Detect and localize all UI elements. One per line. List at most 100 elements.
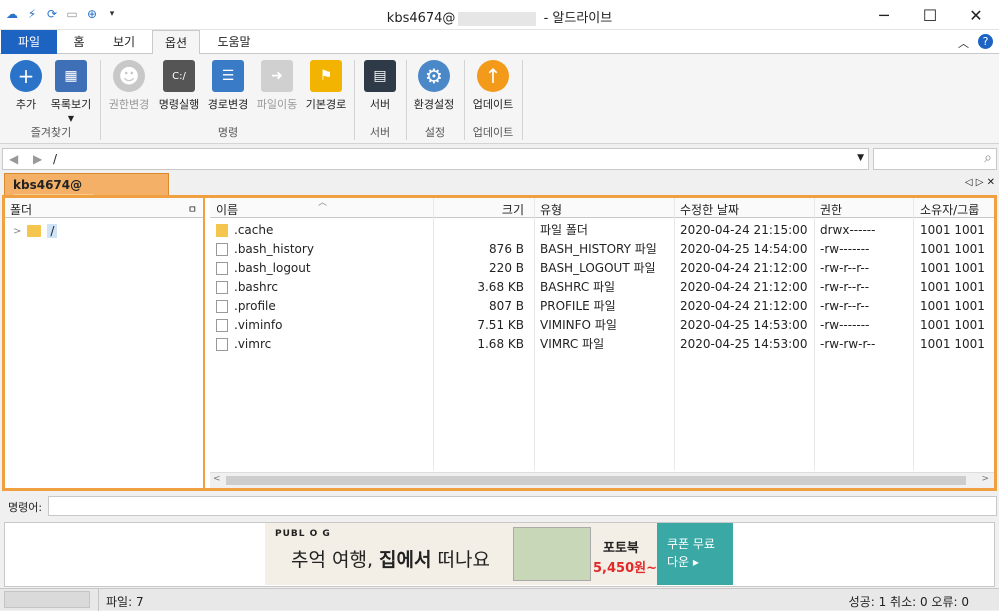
search-icon[interactable]: ⌕ — [984, 150, 992, 166]
status-transfer-result: 성공: 1 취소: 0 오류: 0 — [848, 595, 969, 609]
sort-ascending-icon: ︿ — [318, 198, 328, 208]
file-row[interactable]: .bashrc 3.68 KB BASHRC 파일 2020-04-24 21:12:… — [210, 278, 994, 297]
collapse-ribbon-icon[interactable]: ︿ — [958, 35, 969, 51]
command-input[interactable] — [48, 496, 997, 516]
file-name[interactable]: .bash_history — [234, 240, 314, 259]
coupon-download-button[interactable]: 쿠폰 무료 다운 ▸ — [657, 523, 733, 585]
file-row[interactable]: .bash_history 876 B BASH_HISTORY 파일 2020-04… — [210, 240, 994, 259]
user-icon: ☻ — [113, 60, 145, 92]
tab-home[interactable]: 홈 — [62, 30, 96, 54]
calendar-list-icon: ▦ — [55, 60, 87, 92]
tab-scroll-left-icon[interactable]: ◁ — [965, 177, 973, 188]
ad-brand: PUBL O G — [275, 529, 331, 539]
ad-headline: 추억 여행, 집에서 떠나요 — [291, 549, 490, 571]
group-label-settings: 설정 — [424, 126, 446, 139]
file-modified: 2020-04-25 14:54:00 — [680, 242, 808, 256]
redacted-host — [458, 11, 537, 26]
file-owner: 1001 1001 — [920, 242, 985, 256]
tab-close-icon[interactable]: ✕ — [987, 177, 995, 188]
file-row[interactable]: .bash_logout 220 B BASH_LOGOUT 파일 2020-04-2… — [210, 259, 994, 278]
tab-options[interactable]: 옵션 — [152, 30, 200, 55]
file-owner: 1001 1001 — [920, 280, 985, 294]
file-permission: -rw------- — [820, 318, 870, 332]
file-name[interactable]: .vimrc — [234, 335, 271, 354]
file-permission: -rw-r--r-- — [820, 299, 870, 313]
tab-help[interactable]: 도움말 — [208, 30, 260, 54]
file-name[interactable]: .viminfo — [234, 316, 282, 335]
scroll-left-icon[interactable]: < — [213, 474, 221, 484]
address-bar[interactable]: ◀ ▶ / ▼ — [2, 148, 869, 170]
column-permission[interactable]: 권한 — [820, 201, 842, 218]
file-row[interactable]: .cache 파일 폴더 2020-04-24 21:15:00 drwx------… — [210, 221, 994, 240]
scroll-right-icon[interactable]: > — [981, 474, 989, 484]
file-size: 876 B — [489, 242, 524, 256]
column-size[interactable]: 크기 — [432, 201, 524, 218]
column-type[interactable]: 유형 — [540, 201, 562, 218]
help-icon[interactable]: ? — [978, 34, 993, 49]
file-size: 7.51 KB — [477, 318, 524, 332]
file-name[interactable]: .bashrc — [234, 278, 278, 297]
update-arrow-icon: ↑ — [477, 60, 509, 92]
list-view-button[interactable]: ▦ 목록보기 ▼ — [48, 58, 94, 123]
run-command-button[interactable]: C:/ 명령실행 — [155, 58, 203, 112]
address-path[interactable]: / — [53, 152, 57, 166]
pin-icon[interactable]: ㅁ — [188, 201, 197, 216]
server-button[interactable]: ▤ 서버 — [360, 58, 400, 112]
tab-file[interactable]: 파일 — [1, 30, 57, 54]
terminal-icon: C:/ — [163, 60, 195, 92]
window-title-user: kbs4674@ — [386, 11, 456, 26]
minimize-button[interactable]: ─ — [861, 0, 907, 30]
folder-tree-root[interactable]: > / — [13, 224, 58, 238]
default-path-button[interactable]: ⚑ 기본경로 — [302, 58, 350, 112]
folder-icon — [27, 225, 42, 237]
ribbon-separator — [464, 60, 465, 140]
file-name[interactable]: .profile — [234, 297, 276, 316]
ad-banner-area: PUBL O G 추억 여행, 집에서 떠나요 포토북 5,450원~ 쿠폰 무… — [4, 522, 995, 587]
close-button[interactable]: ✕ — [953, 0, 999, 30]
column-owner[interactable]: 소유자/그룹 — [920, 201, 979, 218]
file-owner: 1001 1001 — [920, 318, 985, 332]
add-button[interactable]: + 추가 — [6, 58, 46, 112]
scrollbar-thumb[interactable] — [226, 476, 966, 485]
file-permission: -rw-rw-r-- — [820, 337, 876, 351]
file-type: BASH_HISTORY 파일 — [540, 242, 657, 256]
photobook-image — [513, 527, 591, 581]
tab-view[interactable]: 보기 — [104, 30, 144, 54]
file-permission: -rw------- — [820, 242, 870, 256]
preferences-button[interactable]: ⚙ 환경설정 — [410, 58, 458, 112]
address-dropdown-icon[interactable]: ▼ — [857, 153, 864, 163]
maximize-button[interactable]: ☐ — [907, 0, 953, 30]
file-size: 1.68 KB — [477, 337, 524, 351]
file-icon — [216, 338, 228, 351]
search-input[interactable]: ⌕ — [873, 148, 997, 170]
tab-scroll-right-icon[interactable]: ▷ — [976, 177, 984, 188]
file-row[interactable]: .vimrc 1.68 KB VIMRC 파일 2020-04-25 14:53:00… — [210, 335, 994, 354]
folder-icon — [216, 224, 228, 237]
forward-icon[interactable]: ▶ — [33, 152, 42, 166]
window-title-app: - 알드라이브 — [539, 11, 613, 26]
file-modified: 2020-04-25 14:53:00 — [680, 318, 808, 332]
back-icon[interactable]: ◀ — [9, 152, 18, 166]
ad-banner[interactable]: PUBL O G 추억 여행, 집에서 떠나요 포토북 5,450원~ 쿠폰 무… — [265, 523, 733, 585]
change-permission-button[interactable]: ☻ 권한변경 — [104, 58, 154, 112]
status-progress — [4, 591, 90, 608]
folder-tree-root-label[interactable]: / — [47, 224, 58, 238]
column-name[interactable]: 이름 — [216, 201, 238, 218]
status-file-count: 파일: 7 — [106, 595, 144, 609]
expand-icon[interactable]: > — [13, 226, 21, 237]
file-row[interactable]: .profile 807 B PROFILE 파일 2020-04-24 21:12:… — [210, 297, 994, 316]
file-size: 807 B — [489, 299, 524, 313]
session-tab[interactable]: kbs4674@ — [4, 173, 169, 206]
move-file-button[interactable]: ➜ 파일이동 — [253, 58, 301, 112]
update-button[interactable]: ↑ 업데이트 — [468, 58, 518, 112]
file-row[interactable]: .viminfo 7.51 KB VIMINFO 파일 2020-04-25 14:5… — [210, 316, 994, 335]
file-name[interactable]: .cache — [234, 221, 273, 240]
horizontal-scrollbar[interactable]: < > — [210, 472, 994, 488]
ribbon-separator — [100, 60, 101, 140]
dropdown-arrow-icon[interactable]: ▼ — [48, 114, 94, 123]
column-modified[interactable]: 수정한 날짜 — [680, 201, 739, 218]
group-label-commands: 명령 — [217, 126, 239, 139]
file-modified: 2020-04-24 21:12:00 — [680, 280, 808, 294]
file-name[interactable]: .bash_logout — [234, 259, 311, 278]
change-path-button[interactable]: ☰ 경로변경 — [204, 58, 252, 112]
